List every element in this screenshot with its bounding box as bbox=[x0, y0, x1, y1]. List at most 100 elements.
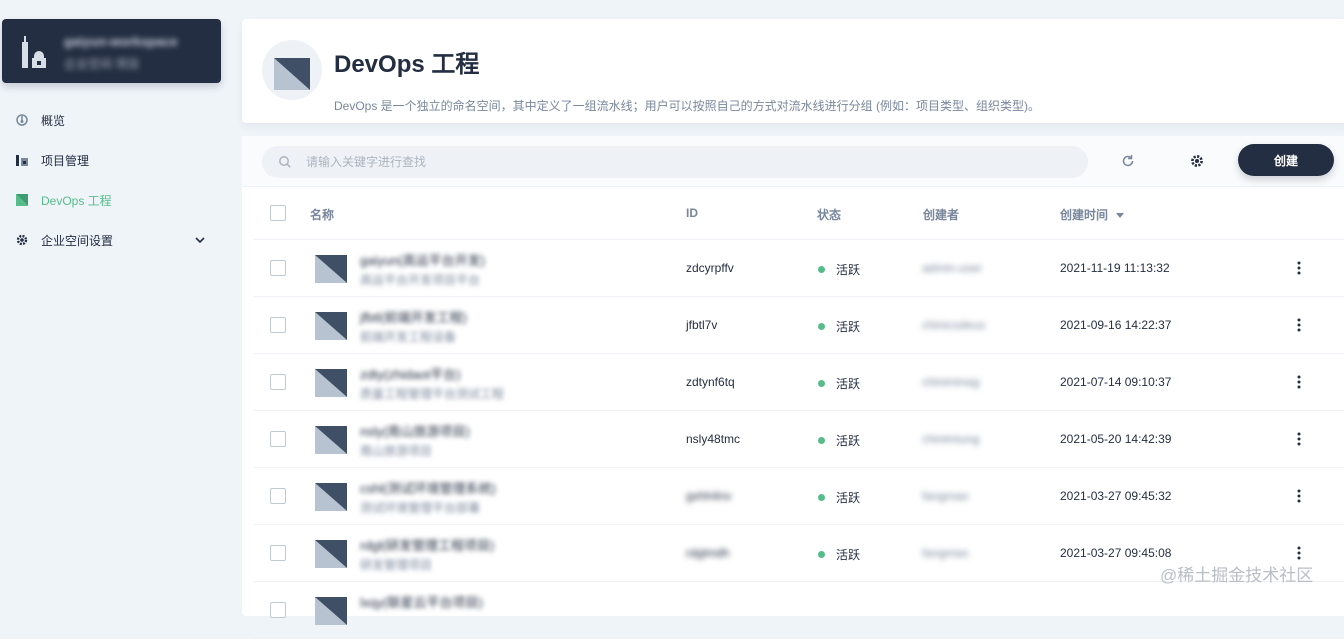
row-name[interactable]: jfbtl(前端开发工程) bbox=[360, 307, 467, 326]
sidebar-item-projects[interactable]: 项目管理 bbox=[0, 140, 240, 180]
row-id: zdtynf6tq bbox=[686, 375, 735, 389]
sidebar-nav: 概览 项目管理 DevOps 工程 企业空间设置 bbox=[0, 100, 240, 260]
status-dot bbox=[818, 437, 825, 444]
search-input[interactable] bbox=[304, 154, 1068, 170]
row-id: gxhh4nv bbox=[686, 489, 732, 503]
row-name[interactable]: rdgl(研发管理工程项目) bbox=[360, 535, 494, 554]
row-checkbox[interactable] bbox=[270, 602, 286, 618]
status-label: 活跃 bbox=[836, 377, 861, 391]
table-row[interactable]: gaiyun(高运平台开发) 高运平台开发项目平台 zdcyrpffv 活跃 a… bbox=[254, 240, 1344, 297]
row-checkbox[interactable] bbox=[270, 431, 286, 447]
column-header-name[interactable]: 名称 bbox=[310, 206, 334, 223]
row-description: 质量工程管理平台测试工程 bbox=[360, 387, 505, 401]
chevron-down-icon[interactable] bbox=[194, 234, 206, 246]
status-label: 活跃 bbox=[836, 320, 861, 334]
sort-desc-icon bbox=[1116, 213, 1125, 218]
sidebar-item-label: 项目管理 bbox=[41, 153, 90, 168]
row-created-time: 2021-11-19 11:13:32 bbox=[1060, 261, 1170, 275]
workspace-subtitle: 企业空间 项目 bbox=[64, 57, 140, 71]
status-dot bbox=[818, 494, 825, 501]
column-header-status[interactable]: 状态 bbox=[817, 206, 841, 223]
row-checkbox[interactable] bbox=[270, 260, 286, 276]
column-header-id[interactable]: ID bbox=[686, 206, 698, 220]
sidebar-item-workspace-settings[interactable]: 企业空间设置 bbox=[0, 220, 240, 260]
watermark: @稀土掘金技术社区 bbox=[1160, 566, 1314, 585]
row-name[interactable]: zdty(zhidaot平台) bbox=[360, 364, 460, 383]
row-checkbox[interactable] bbox=[270, 317, 286, 333]
row-name[interactable]: nsly(南山旅游项目) bbox=[360, 421, 470, 440]
row-created-time: 2021-03-27 09:45:32 bbox=[1060, 489, 1172, 503]
table-row[interactable]: lxqy(联星云平台项目) bbox=[254, 582, 1344, 639]
sidebar-item-overview[interactable]: 概览 bbox=[0, 100, 240, 140]
more-vertical-icon bbox=[1297, 375, 1301, 389]
page-header: DevOps 工程 DevOps 是一个独立的命名空间，其中定义了一组流水线；用… bbox=[242, 19, 1344, 123]
refresh-button[interactable] bbox=[1118, 151, 1138, 171]
sidebar-item-label: DevOps 工程 bbox=[41, 193, 112, 208]
status-label: 活跃 bbox=[836, 491, 861, 505]
row-name[interactable]: cshl(测试环境管理系统) bbox=[360, 478, 496, 497]
devops-project-icon bbox=[315, 483, 347, 511]
devops-project-icon bbox=[315, 255, 347, 283]
more-vertical-icon bbox=[1297, 261, 1301, 275]
table-row[interactable]: jfbtl(前端开发工程) 前端开发工程设备 jfbtl7v 活跃 chinic… bbox=[254, 297, 1344, 354]
devops-project-icon bbox=[315, 540, 347, 568]
more-actions-button[interactable] bbox=[1290, 259, 1308, 277]
row-creator: chinicodeus bbox=[922, 318, 986, 332]
row-description: 高运平台开发项目平台 bbox=[360, 273, 481, 287]
row-id: nsly48tmc bbox=[686, 432, 741, 446]
row-status: 活跃 bbox=[818, 261, 860, 278]
workspace-name: gaiyun-workspace bbox=[64, 34, 178, 49]
sidebar-item-label: 概览 bbox=[41, 113, 66, 128]
devops-banner-icon bbox=[262, 40, 322, 100]
main-content: DevOps 工程 DevOps 是一个独立的命名空间，其中定义了一组流水线；用… bbox=[240, 0, 1344, 639]
row-created-time: 2021-03-27 09:45:08 bbox=[1060, 546, 1172, 560]
status-label: 活跃 bbox=[836, 548, 861, 562]
table-row[interactable]: cshl(测试环境管理系统) 测试环境管理平台部署 gxhh4nv 活跃 fan… bbox=[254, 468, 1344, 525]
row-creator: admin-user bbox=[922, 261, 983, 275]
more-actions-button[interactable] bbox=[1290, 373, 1308, 391]
more-actions-button[interactable] bbox=[1290, 430, 1308, 448]
project-icon bbox=[16, 154, 28, 166]
status-dot bbox=[818, 266, 825, 273]
row-status: 活跃 bbox=[818, 432, 860, 449]
more-vertical-icon bbox=[1297, 318, 1301, 332]
page-description: DevOps 是一个独立的命名空间，其中定义了一组流水线；用户可以按照自己的方式… bbox=[334, 99, 1041, 113]
row-status: 活跃 bbox=[818, 318, 860, 335]
row-description: 研发管理项目 bbox=[360, 558, 433, 572]
more-vertical-icon bbox=[1297, 546, 1301, 560]
row-checkbox[interactable] bbox=[270, 374, 286, 390]
select-all-checkbox[interactable] bbox=[270, 205, 286, 221]
sidebar: gaiyun-workspace 企业空间 项目 概览 项目管理 DevOps … bbox=[0, 0, 240, 600]
row-creator: fangmao bbox=[922, 546, 969, 560]
more-vertical-icon bbox=[1297, 489, 1301, 503]
settings-button[interactable] bbox=[1187, 151, 1207, 171]
refresh-icon bbox=[1122, 155, 1134, 167]
row-checkbox[interactable] bbox=[270, 545, 286, 561]
more-actions-button[interactable] bbox=[1290, 544, 1308, 562]
sidebar-item-devops[interactable]: DevOps 工程 bbox=[0, 180, 240, 220]
gear-icon bbox=[1191, 155, 1203, 167]
more-actions-button[interactable] bbox=[1290, 487, 1308, 505]
workspace-card[interactable]: gaiyun-workspace 企业空间 项目 bbox=[2, 19, 221, 83]
row-description: 测试环境管理平台部署 bbox=[360, 501, 481, 515]
devops-project-icon bbox=[315, 312, 347, 340]
column-header-created-time[interactable]: 创建时间 bbox=[1060, 206, 1125, 223]
search-bar[interactable] bbox=[262, 146, 1088, 178]
row-created-time: 2021-09-16 14:22:37 bbox=[1060, 318, 1172, 332]
more-actions-button[interactable] bbox=[1290, 316, 1308, 334]
row-id: zdcyrpffv bbox=[686, 261, 734, 275]
status-dot bbox=[818, 380, 825, 387]
row-checkbox[interactable] bbox=[270, 488, 286, 504]
row-name[interactable]: gaiyun(高运平台开发) bbox=[360, 250, 485, 269]
status-dot bbox=[818, 551, 825, 558]
row-description: 前端开发工程设备 bbox=[360, 330, 457, 344]
table-header: 名称 ID 状态 创建者 创建时间 bbox=[254, 187, 1344, 240]
table-row[interactable]: zdty(zhidaot平台) 质量工程管理平台测试工程 zdtynf6tq 活… bbox=[254, 354, 1344, 411]
row-created-time: 2021-07-14 09:10:37 bbox=[1060, 375, 1172, 389]
table-row[interactable]: nsly(南山旅游项目) 南山旅游项目 nsly48tmc 活跃 chinimi… bbox=[254, 411, 1344, 468]
gear-icon bbox=[16, 234, 28, 246]
row-name[interactable]: lxqy(联星云平台项目) bbox=[360, 592, 483, 611]
create-button[interactable]: 创建 bbox=[1238, 144, 1334, 176]
toolbar: 创建 bbox=[242, 136, 1344, 187]
column-header-creator[interactable]: 创建者 bbox=[923, 206, 959, 223]
